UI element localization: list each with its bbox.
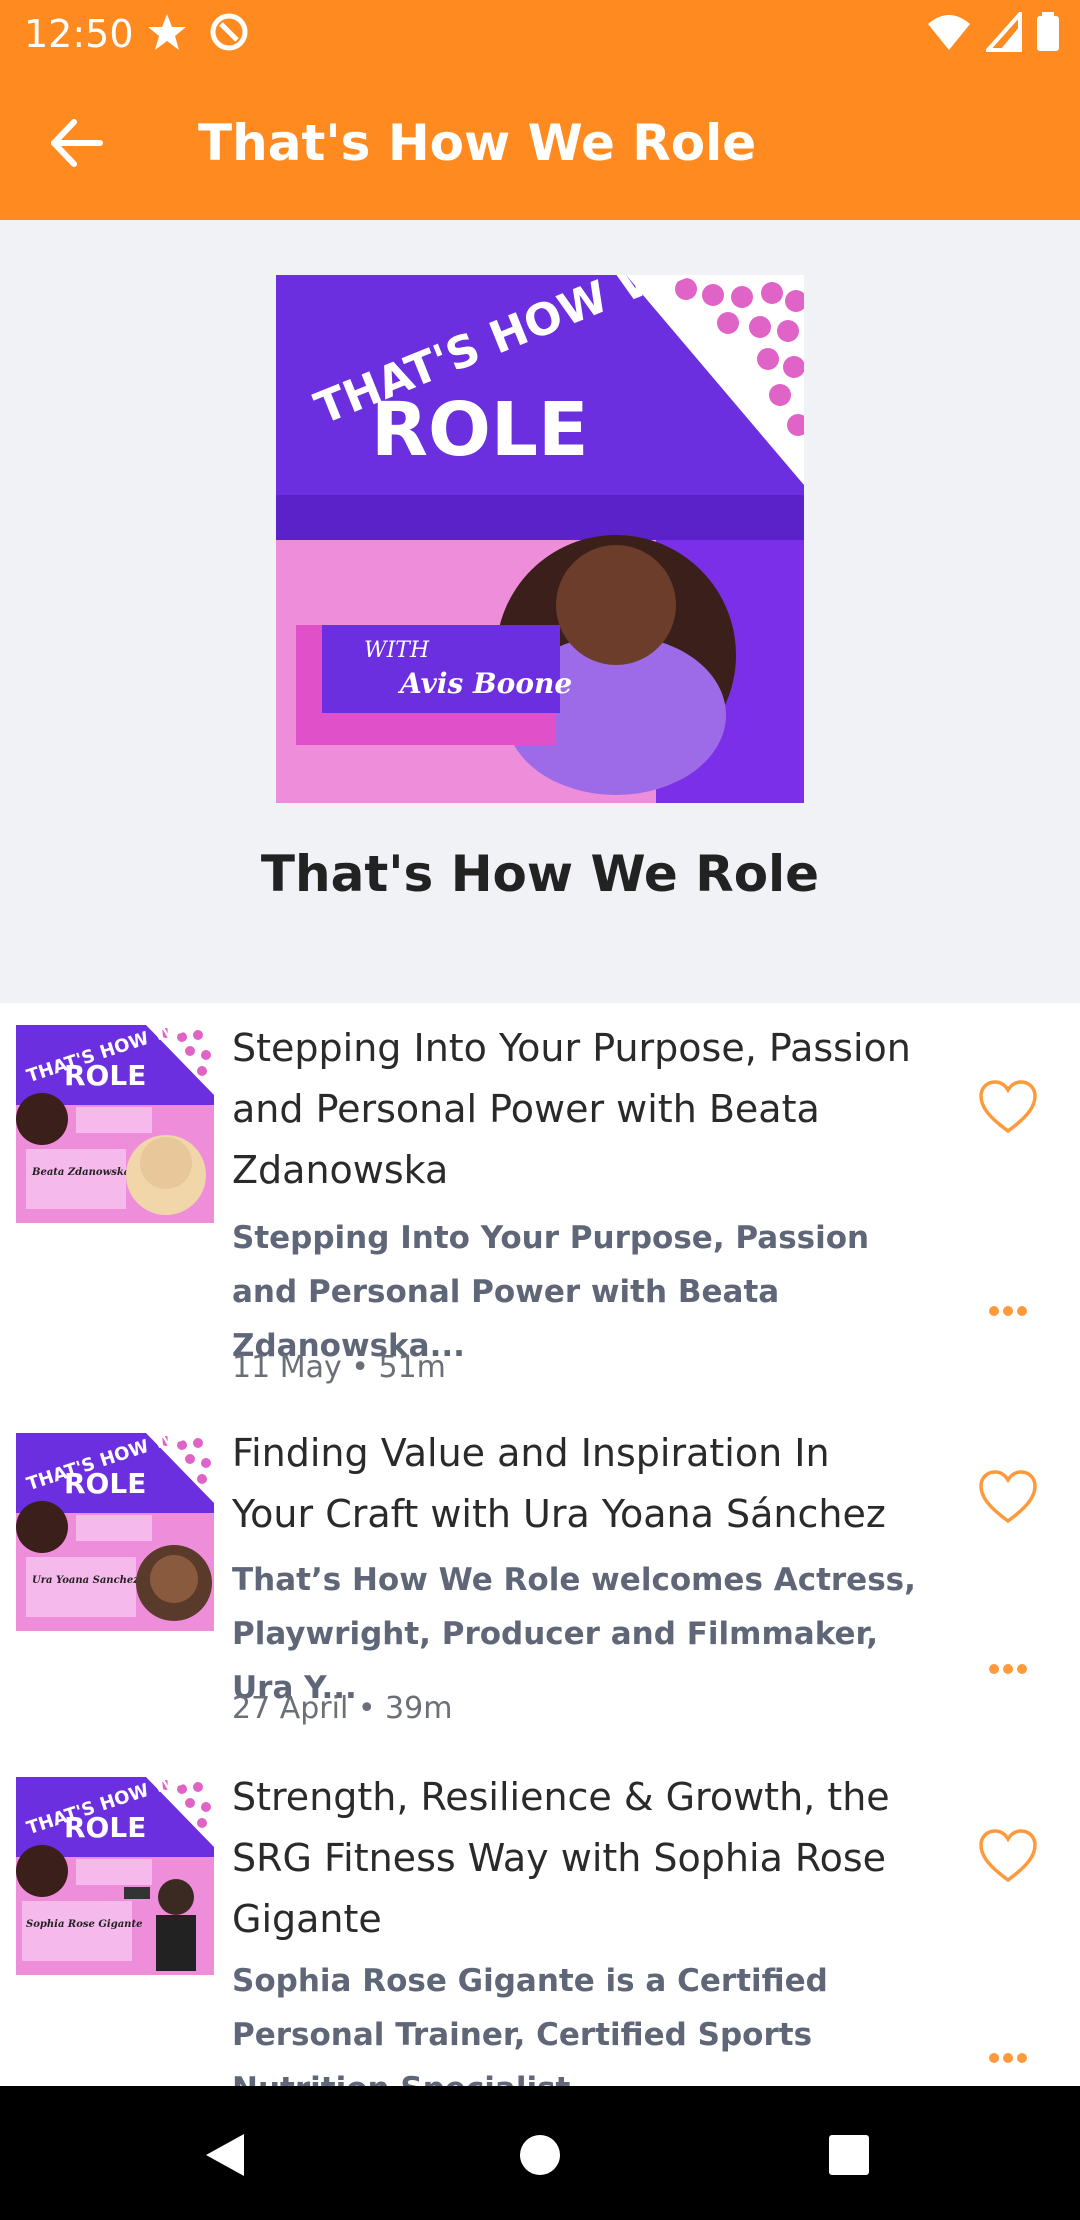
show-title: That's How We Role <box>260 845 820 903</box>
episode-description: Stepping Into Your Purpose, Passion and … <box>232 1220 870 1364</box>
svg-text:ROLE: ROLE <box>64 1467 146 1500</box>
signal-icon <box>986 12 1022 52</box>
status-bar: 12:50 <box>0 0 1080 66</box>
wifi-icon <box>928 15 970 50</box>
more-options-icon[interactable] <box>988 1662 1028 1676</box>
nav-back-icon[interactable] <box>200 2130 250 2180</box>
heart-icon[interactable] <box>978 1079 1038 1135</box>
episode-item[interactable]: THAT'S HOW WE ROLE Ura Yoana Sanchez Fin… <box>0 1408 1080 1752</box>
app-bar: That's How We Role <box>0 66 1080 220</box>
episode-meta: 11 May • 51m <box>232 1350 446 1385</box>
cover-with-text: WITH <box>364 638 430 663</box>
episode-meta: 27 April • 39m <box>232 1691 453 1726</box>
svg-text:ROLE: ROLE <box>64 1059 146 1092</box>
more-options-icon[interactable] <box>988 2051 1028 2065</box>
episode-thumbnail: THAT'S HOW WE ROLE Ura Yoana Sanchez <box>16 1433 214 1631</box>
episode-description: Sophia Rose Gigante is a Certified Perso… <box>232 1963 828 2086</box>
heart-icon[interactable] <box>978 1828 1038 1884</box>
notification-star-icon <box>148 14 186 50</box>
podcast-cover-art: THAT'S HOW WE ROLE WITH Avis Boone <box>276 275 804 803</box>
system-nav-bar <box>0 2086 1080 2220</box>
episode-item[interactable]: THAT'S HOW WE ROLE Beata Zdanowska Stepp… <box>0 1003 1080 1408</box>
episode-thumbnail: THAT'S HOW WE ROLE Beata Zdanowska <box>16 1025 214 1223</box>
cover-host-text: Avis Boone <box>397 667 572 700</box>
battery-icon <box>1037 12 1059 51</box>
svg-text:ROLE: ROLE <box>64 1811 146 1844</box>
thumb-guest-name: Ura Yoana Sanchez <box>32 1575 139 1586</box>
thumb-guest-name: Beata Zdanowska <box>31 1167 130 1178</box>
show-header: THAT'S HOW WE ROLE WITH Avis Boone That'… <box>0 220 1080 1003</box>
page-title: That's How We Role <box>198 114 757 172</box>
status-time: 12:50 <box>24 12 134 56</box>
nav-home-icon[interactable] <box>518 2133 562 2177</box>
heart-icon[interactable] <box>978 1469 1038 1525</box>
episode-item[interactable]: THAT'S HOW WE ROLE Sophia Rose Gigante S… <box>0 1752 1080 2086</box>
thumb-guest-name: Sophia Rose Gigante <box>26 1919 142 1930</box>
sync-icon <box>210 13 248 51</box>
episode-title: Finding Value and Inspiration In Your Cr… <box>232 1431 886 1536</box>
back-arrow-icon[interactable] <box>44 110 110 176</box>
cover-big-text: ROLE <box>371 387 589 473</box>
episode-thumbnail: THAT'S HOW WE ROLE Sophia Rose Gigante <box>16 1777 214 1975</box>
episode-list: THAT'S HOW WE ROLE Beata Zdanowska Stepp… <box>0 1003 1080 2086</box>
nav-recents-icon[interactable] <box>828 2134 870 2176</box>
episode-title: Strength, Resilience & Growth, the SRG F… <box>232 1775 890 1941</box>
episode-title: Stepping Into Your Purpose, Passion and … <box>232 1026 911 1192</box>
more-options-icon[interactable] <box>988 1304 1028 1318</box>
